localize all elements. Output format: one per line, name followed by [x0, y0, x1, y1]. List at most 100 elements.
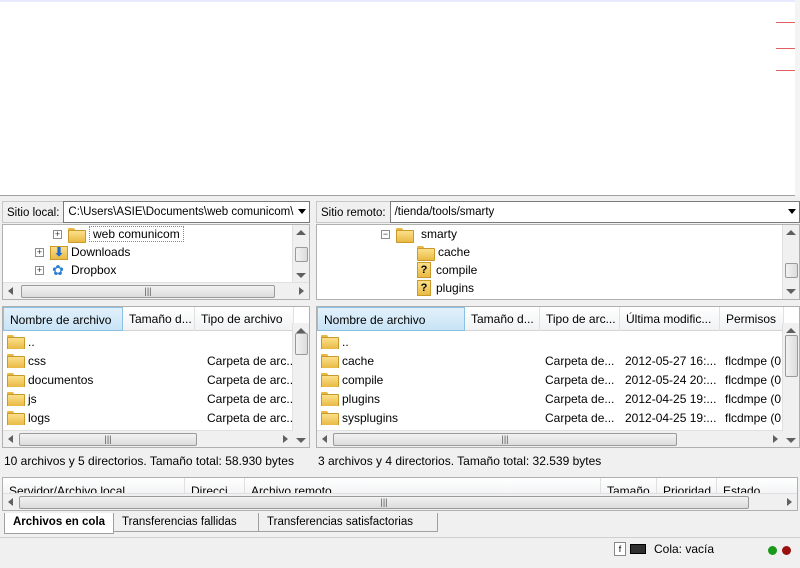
scroll-thumb[interactable]: ||| — [19, 496, 749, 509]
list-item[interactable]: sysplugins Carpeta de... 2012-04-25 19:.… — [317, 408, 781, 427]
local-tree-vscrollbar[interactable] — [292, 225, 309, 283]
speed-limit-icon[interactable] — [630, 544, 646, 554]
remote-list-vscrollbar[interactable] — [782, 323, 799, 447]
scroll-left-icon[interactable] — [8, 435, 13, 443]
filter-icon[interactable]: f — [614, 542, 626, 556]
collapse-icon[interactable]: − — [381, 229, 390, 239]
scroll-right-icon[interactable] — [283, 435, 288, 443]
remote-path-combo[interactable]: /tienda/tools/smarty — [389, 201, 800, 223]
scroll-left-icon[interactable] — [322, 435, 327, 443]
file-modified: 2012-05-24 20:... — [625, 372, 717, 387]
dropdown-arrow-icon[interactable] — [298, 209, 306, 214]
local-list-hscrollbar[interactable]: ||| — [3, 430, 293, 447]
list-item[interactable]: logs Carpeta de arc... — [3, 408, 293, 427]
local-tree-hscrollbar[interactable]: ||| — [3, 282, 309, 299]
file-type: Carpeta de... — [545, 410, 615, 425]
folder-icon — [7, 373, 25, 387]
scroll-down-icon[interactable] — [786, 289, 796, 294]
column-permissions[interactable]: Permisos — [720, 307, 784, 331]
dropbox-icon: ✿ — [52, 262, 64, 278]
queue-hscrollbar[interactable]: ||| — [3, 493, 797, 510]
tab-failed-transfers[interactable]: Transferencias fallidas — [113, 513, 260, 532]
file-permissions: flcdmpe (0 — [725, 372, 781, 387]
scroll-thumb[interactable] — [785, 263, 798, 278]
expand-icon[interactable]: + — [35, 265, 44, 275]
question-folder-icon: ? — [417, 280, 431, 296]
list-item[interactable]: js Carpeta de arc... — [3, 389, 293, 408]
scroll-up-icon[interactable] — [296, 230, 306, 235]
scroll-down-icon[interactable] — [296, 273, 306, 278]
scroll-left-icon[interactable] — [8, 287, 13, 295]
remote-list-hscrollbar[interactable]: ||| — [317, 430, 783, 447]
column-name[interactable]: Nombre de archivo — [317, 307, 465, 331]
column-modified[interactable]: Última modific... — [620, 307, 720, 331]
list-item[interactable]: cache Carpeta de... 2012-05-27 16:... fl… — [317, 351, 781, 370]
tab-successful-transfers[interactable]: Transferencias satisfactorias — [258, 513, 439, 532]
transfer-queue[interactable]: Servidor/Archivo local Direcci... Archiv… — [2, 477, 798, 511]
folder-icon — [321, 354, 339, 368]
file-type: Carpeta de arc... — [207, 372, 293, 387]
tree-item-downloads[interactable]: + Downloads — [35, 243, 130, 261]
tab-queued-files[interactable]: Archivos en cola — [4, 513, 115, 534]
tree-item-dropbox[interactable]: + ✿ Dropbox — [35, 261, 116, 279]
list-item[interactable]: plugins Carpeta de... 2012-04-25 19:... … — [317, 389, 781, 408]
file-permissions: flcdmpe (0 — [725, 391, 781, 406]
message-log[interactable] — [0, 0, 800, 196]
tree-item-cache[interactable]: cache — [417, 243, 470, 261]
question-folder-icon: ? — [417, 262, 431, 278]
list-item[interactable]: .. — [3, 332, 203, 351]
local-list-vscrollbar[interactable] — [292, 323, 309, 447]
tree-item-smarty[interactable]: − smarty — [381, 225, 461, 243]
scroll-thumb[interactable]: ||| — [21, 285, 275, 298]
remote-path-label: Sitio remoto: — [316, 201, 390, 223]
local-tree[interactable]: + web comunicom + Downloads + ✿ Dropbox … — [2, 224, 310, 300]
scroll-thumb[interactable]: ||| — [333, 433, 677, 446]
download-folder-icon — [50, 245, 68, 260]
tree-item-label: plugins — [436, 281, 475, 295]
folder-icon — [321, 373, 339, 387]
local-path-combo[interactable]: C:\Users\ASIE\Documents\web comunicom\ — [63, 201, 310, 223]
column-type[interactable]: Tipo de arc... — [540, 307, 620, 331]
dropdown-arrow-icon[interactable] — [788, 209, 796, 214]
scroll-thumb[interactable] — [295, 247, 308, 262]
expand-icon[interactable]: + — [53, 229, 62, 239]
scroll-thumb[interactable]: ||| — [19, 433, 197, 446]
tree-item-web-comunicom[interactable]: + web comunicom — [53, 225, 184, 243]
column-name[interactable]: Nombre de archivo — [3, 307, 123, 331]
file-name: plugins — [342, 391, 381, 406]
scroll-down-icon[interactable] — [296, 438, 306, 443]
remote-tree-vscrollbar[interactable] — [782, 225, 799, 299]
tree-item-label: Dropbox — [71, 263, 117, 277]
column-size[interactable]: Tamaño d... — [123, 307, 195, 331]
receive-led-icon — [768, 546, 777, 555]
list-item[interactable]: .. — [317, 332, 541, 351]
tree-item-label: web comunicom — [89, 226, 184, 242]
scroll-down-icon[interactable] — [786, 438, 796, 443]
file-type: Carpeta de arc... — [207, 391, 293, 406]
expand-icon[interactable]: + — [35, 247, 44, 257]
log-line — [0, 0, 800, 2]
remote-file-list[interactable]: Nombre de archivo Tamaño d... Tipo de ar… — [316, 306, 800, 448]
scroll-right-icon[interactable] — [787, 498, 792, 506]
local-file-list[interactable]: Nombre de archivo Tamaño d... Tipo de ar… — [2, 306, 310, 448]
scroll-right-icon[interactable] — [299, 287, 304, 295]
file-name: documentos — [28, 372, 94, 387]
column-size[interactable]: Tamaño d... — [465, 307, 540, 331]
list-item[interactable]: documentos Carpeta de arc... — [3, 370, 293, 389]
scroll-thumb[interactable] — [295, 333, 308, 355]
scroll-up-icon[interactable] — [786, 230, 796, 235]
list-item[interactable]: compile Carpeta de... 2012-05-24 20:... … — [317, 370, 781, 389]
scroll-left-icon[interactable] — [8, 498, 13, 506]
list-item[interactable]: css Carpeta de arc... — [3, 351, 293, 370]
log-scrollbar[interactable] — [795, 0, 800, 196]
scroll-right-icon[interactable] — [773, 435, 778, 443]
queue-status-text: Cola: vacía — [654, 542, 715, 556]
scroll-up-icon[interactable] — [786, 328, 796, 333]
file-name: compile — [342, 372, 384, 387]
remote-tree[interactable]: − smarty cache ? compile ? plugins — [316, 224, 800, 300]
tree-item-compile[interactable]: ? compile — [417, 261, 477, 279]
tree-item-plugins[interactable]: ? plugins — [417, 279, 474, 297]
scroll-thumb[interactable] — [785, 335, 798, 377]
column-type[interactable]: Tipo de archivo — [195, 307, 294, 331]
local-path-value: C:\Users\ASIE\Documents\web comunicom\ — [68, 206, 294, 218]
